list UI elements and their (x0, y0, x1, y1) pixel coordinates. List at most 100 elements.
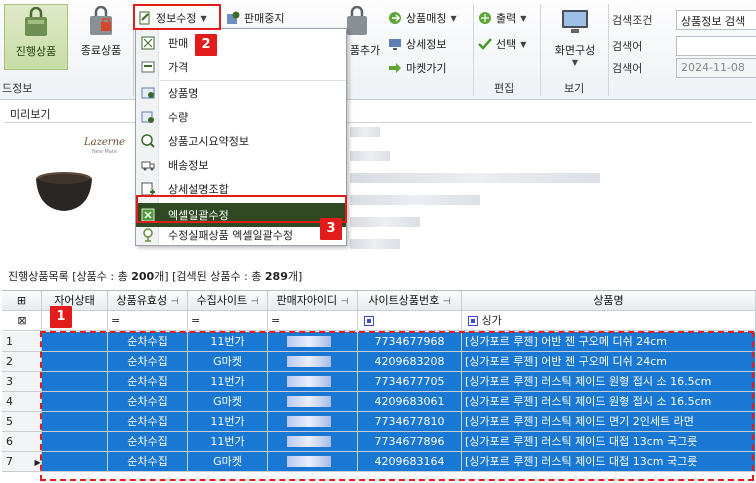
search-condition-select[interactable]: 상품정보 검색 (676, 10, 756, 30)
lock-bag-icon (84, 5, 118, 38)
monitor-icon (558, 6, 592, 38)
add-product-label: 품추가 (349, 44, 381, 57)
search-condition-label: 검색조건 (612, 14, 653, 27)
stop-sale-icon (226, 11, 240, 25)
column-chooser-icon[interactable]: ⊞ (2, 291, 42, 311)
filter-name-cell[interactable]: 싱가 (462, 311, 756, 331)
blurred-text (350, 195, 480, 205)
preview-pane: Lazerne New Mate (4, 122, 752, 262)
row-number: 2 (2, 352, 42, 372)
menu-item-label: 판매 (168, 37, 189, 50)
blurred-text (350, 239, 400, 249)
blurred-text (350, 217, 420, 227)
go-market-button[interactable]: 마켓가기 (388, 58, 446, 78)
chevron-down-icon: ▼ (520, 39, 527, 49)
filter-clear-icon[interactable]: ⊠ (2, 311, 42, 331)
pin-icon: ⊣ (442, 297, 451, 307)
select-button[interactable]: 선택 ▼ (478, 34, 526, 54)
arrow-right-icon (388, 61, 402, 75)
menu-item-shipping[interactable]: 배송정보 (136, 153, 346, 177)
menu-item-sale[interactable]: 판매 (136, 31, 346, 55)
screen-config-label: 화면구성 (554, 44, 596, 57)
chevron-down-icon: ▼ (450, 13, 457, 23)
quantity-icon (141, 110, 155, 124)
active-products-label: 진행상품 (15, 45, 57, 58)
menu-item-quantity[interactable]: 수량 (136, 105, 346, 129)
divider (473, 4, 474, 96)
row-number: 1 (2, 332, 42, 352)
row-number: 4 (2, 392, 42, 412)
active-products-button[interactable]: 진행상품 (4, 4, 68, 70)
summary-total: 200 (131, 270, 155, 283)
filter-cell[interactable]: = (268, 311, 358, 331)
sale-icon (141, 36, 155, 50)
callout-badge-1: 1 (50, 306, 72, 328)
menu-item-label: 상품명 (168, 87, 199, 100)
divider (540, 4, 541, 96)
row-number: 6 (2, 432, 42, 452)
ribbon-toolbar: 진행상품 종료상품 드정보 정보수정 ▼ 판매중지 품추가 상품매칭 ▼ 상세정… (0, 0, 756, 100)
go-market-label: 마켓가기 (406, 62, 447, 75)
preview-title: 미리보기 (10, 108, 51, 121)
menu-item-label: 상품고시요약정보 (168, 135, 249, 148)
divider (608, 4, 609, 96)
filter-cell[interactable] (358, 311, 462, 331)
failed-edit-icon (141, 228, 155, 242)
filter-cell[interactable]: = (188, 311, 268, 331)
stop-sale-label: 판매중지 (244, 12, 285, 25)
detail-info-label: 상세정보 (406, 38, 447, 51)
ended-products-button[interactable]: 종료상품 (70, 4, 132, 70)
monitor-icon (388, 37, 402, 51)
callout-excel-edit (136, 195, 347, 223)
filter-mode-icon[interactable] (364, 316, 374, 326)
group-label-info: 드정보 (2, 82, 33, 95)
menu-item-label: 배송정보 (168, 159, 209, 172)
product-matching-label: 상품매칭 (406, 12, 447, 25)
pin-icon: ⊣ (340, 297, 349, 307)
col-header-seller[interactable]: 판매자아이디 ⊣ (268, 291, 358, 311)
brand-logo: Lazerne (84, 137, 125, 148)
grid-header-row: ⊞ 자어상태 상품유효성 ⊣ 수집사이트 ⊣ 판매자아이디 ⊣ 사이트상품번호 … (2, 291, 756, 311)
product-list-summary: 진행상품목록 [상품수 : 총 200개] [검색된 상품수 : 총 289개] (8, 268, 302, 284)
menu-item-product-name[interactable]: 상품명 (136, 81, 346, 105)
summary-found: 289 (264, 270, 288, 283)
col-header-code[interactable]: 사이트상품번호 ⊣ (358, 291, 462, 311)
callout-badge-2: 2 (195, 34, 217, 56)
menu-item-notice-info[interactable]: 상품고시요약정보 (136, 129, 346, 153)
chevron-down-icon: ▼ (520, 13, 527, 23)
summary-mid: 개] [검색된 상품수 : 총 (154, 270, 265, 283)
print-button[interactable]: 출력 ▼ (478, 8, 526, 28)
ended-products-label: 종료상품 (80, 44, 122, 57)
screen-config-button[interactable]: 화면구성 ▼ (544, 4, 606, 70)
col-header-site[interactable]: 수집사이트 ⊣ (188, 291, 268, 311)
date-input[interactable]: 2024-11-08 (676, 58, 756, 78)
pin-icon: ⊣ (250, 297, 259, 307)
group-label-edit: 편집 (494, 82, 515, 95)
print-icon (478, 11, 492, 25)
menu-item-label: 수정실패상품 엑셀일괄수정 (168, 229, 293, 242)
brand-logo-sub: New Mate (92, 149, 117, 155)
pin-icon: ⊣ (170, 297, 179, 307)
filter-mode-icon[interactable] (468, 316, 478, 326)
stop-sale-button[interactable]: 판매중지 (226, 8, 284, 28)
checkmark-icon (478, 37, 492, 51)
print-label: 출력 (496, 12, 517, 25)
callout-selected-rows (40, 331, 754, 481)
menu-item-failed-excel-edit[interactable]: 수정실패상품 엑셀일괄수정 (136, 223, 346, 247)
row-number: 3 (2, 372, 42, 392)
col-header-name[interactable]: 상품명 (462, 291, 756, 311)
menu-item-label: 수량 (168, 111, 189, 124)
menu-item-price[interactable]: 가격 (136, 55, 346, 79)
filter-cell[interactable]: = (108, 311, 188, 331)
blurred-text (350, 173, 600, 183)
product-image (34, 171, 94, 216)
group-label-view: 보기 (564, 82, 585, 95)
product-matching-button[interactable]: 상품매칭 ▼ (388, 8, 457, 28)
col-header-validity[interactable]: 상품유효성 ⊣ (108, 291, 188, 311)
detail-info-button[interactable]: 상세정보 (388, 34, 446, 54)
callout-info-edit (133, 4, 221, 30)
row-number: 5 (2, 412, 42, 432)
notice-icon (141, 134, 155, 148)
matching-icon (388, 11, 402, 25)
keyword-input[interactable] (676, 36, 756, 56)
